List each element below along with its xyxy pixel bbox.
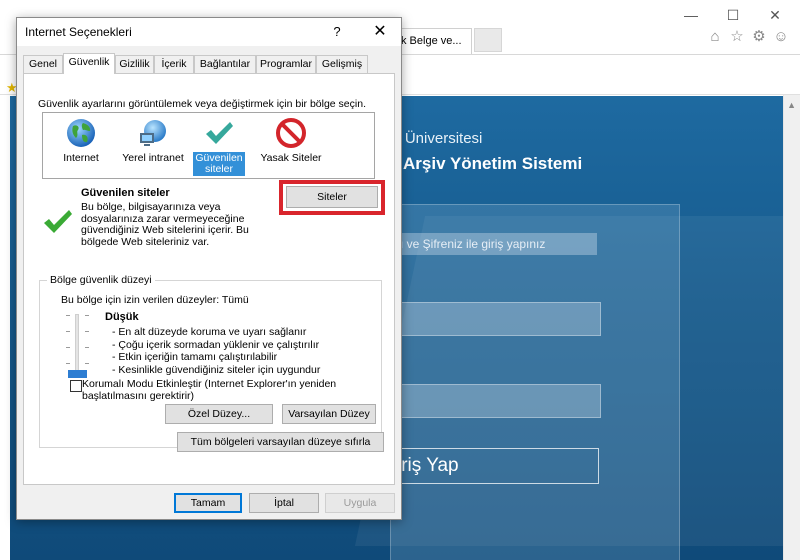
zone-trusted-sites-label: Güvenilen siteler [193, 152, 245, 176]
slider-tick [66, 347, 70, 348]
close-icon[interactable]: ✕ [365, 21, 395, 43]
tab-genel[interactable]: Genel [23, 55, 63, 73]
close-window-icon[interactable]: ✕ [760, 4, 790, 26]
protected-mode-label[interactable]: Korumalı Modu Etkinleştir (Internet Expl… [82, 378, 362, 402]
zone-internet-label: Internet [63, 152, 99, 164]
login-button[interactable]: iriş Yap [390, 448, 599, 484]
new-tab-button[interactable] [474, 28, 502, 52]
home-icon[interactable]: ⌂ [706, 28, 724, 46]
tab-gizlilik[interactable]: Gizlilik [115, 55, 154, 73]
selected-zone-description: Bu bölge, bilgisayarınıza veya dosyaları… [81, 201, 249, 248]
zone-list: Internet Yerel intranet Güvenilen siteler [42, 112, 375, 179]
slider-tick [85, 347, 89, 348]
prohibited-icon [276, 118, 306, 148]
zone-restricted-sites-label: Yasak Siteler [260, 152, 322, 164]
slider-tick [85, 363, 89, 364]
slider-tick [66, 363, 70, 364]
selected-zone-name: Güvenilen siteler [81, 187, 170, 199]
apply-button[interactable]: Uygula [325, 493, 395, 513]
slider-tick [66, 331, 70, 332]
network-globe-icon [140, 120, 166, 146]
slider-thumb[interactable] [68, 370, 87, 378]
cancel-button[interactable]: İptal [249, 493, 319, 513]
checkmark-icon [206, 122, 233, 144]
security-level-legend: Bölge güvenlik düzeyi [47, 274, 155, 286]
tab-baglantilar[interactable]: Bağlantılar [194, 55, 256, 73]
sites-button[interactable]: Siteler [286, 186, 378, 208]
system-title: ye Arşiv Yönetim Sistemi [380, 154, 583, 173]
zone-restricted-sites[interactable]: Yasak Siteler [251, 117, 331, 165]
trusted-checkmark-icon [44, 210, 72, 233]
security-level-name: Düşük [105, 311, 139, 323]
zone-internet[interactable]: Internet [53, 117, 109, 165]
ok-button[interactable]: Tamam [174, 493, 242, 513]
reset-all-zones-button[interactable]: Tüm bölgeleri varsayılan düzeye sıfırla [177, 432, 384, 452]
security-level-slider[interactable] [75, 314, 79, 378]
tab-icerik[interactable]: İçerik [154, 55, 194, 73]
settings-gear-icon[interactable]: ⚙ [750, 28, 768, 46]
default-level-button[interactable]: Varsayılan Düzey [282, 404, 376, 424]
security-level-details: - En alt düzeyde koruma ve uyarı sağlanı… [112, 326, 320, 376]
username-field[interactable] [390, 302, 601, 336]
allowed-levels-text: Bu bölge için izin verilen düzeyler: Tüm… [61, 294, 249, 306]
dialog-title: Internet Seçenekleri [25, 25, 132, 39]
tab-gelismis[interactable]: Gelişmiş [316, 55, 368, 73]
zone-trusted-sites[interactable]: Güvenilen siteler [191, 117, 247, 176]
zone-local-intranet-label: Yerel intranet [122, 152, 184, 164]
protected-mode-checkbox[interactable] [70, 380, 82, 392]
login-panel [390, 204, 680, 560]
smiley-icon[interactable]: ☺ [772, 28, 790, 46]
slider-tick [85, 315, 89, 316]
internet-options-dialog: Internet Seçenekleri ? ✕ Genel Güvenlik … [16, 17, 402, 520]
level-detail-item: - Etkin içeriğin tamamı çalıştırılabilir [112, 351, 278, 363]
favorites-star-icon[interactable]: ☆ [728, 28, 746, 46]
level-detail-item: - Kesinlikle güvendiğiniz siteler için u… [112, 363, 321, 376]
zone-prompt: Güvenlik ayarlarını görüntülemek veya de… [38, 98, 366, 110]
maximize-icon[interactable]: ☐ [718, 4, 748, 26]
minimize-icon[interactable]: — [676, 4, 706, 26]
browser-tab[interactable]: k Belge ve... [398, 28, 472, 54]
password-field[interactable] [390, 384, 601, 418]
page-scrollbar[interactable] [783, 95, 800, 560]
tab-programlar[interactable]: Programlar [256, 55, 316, 73]
level-detail-item: - Çoğu içerik sormadan yüklenir ve çalış… [112, 338, 320, 351]
dialog-titlebar: Internet Seçenekleri ? ✕ [17, 18, 401, 46]
scroll-up-arrow-icon[interactable]: ▲ [787, 100, 796, 110]
globe-icon [67, 119, 95, 147]
security-tab-panel: Güvenlik ayarlarını görüntülemek veya de… [23, 73, 395, 485]
help-icon[interactable]: ? [323, 21, 351, 43]
custom-level-button[interactable]: Özel Düzey... [165, 404, 273, 424]
tab-guvenlik[interactable]: Güvenlik [63, 53, 115, 74]
zone-local-intranet[interactable]: Yerel intranet [113, 117, 193, 165]
slider-tick [85, 331, 89, 332]
level-detail-item: - En alt düzeyde koruma ve uyarı sağlanı… [112, 326, 307, 338]
slider-tick [66, 315, 70, 316]
login-hint: ı ve Şifreniz ile giriş yapınız [390, 233, 597, 255]
